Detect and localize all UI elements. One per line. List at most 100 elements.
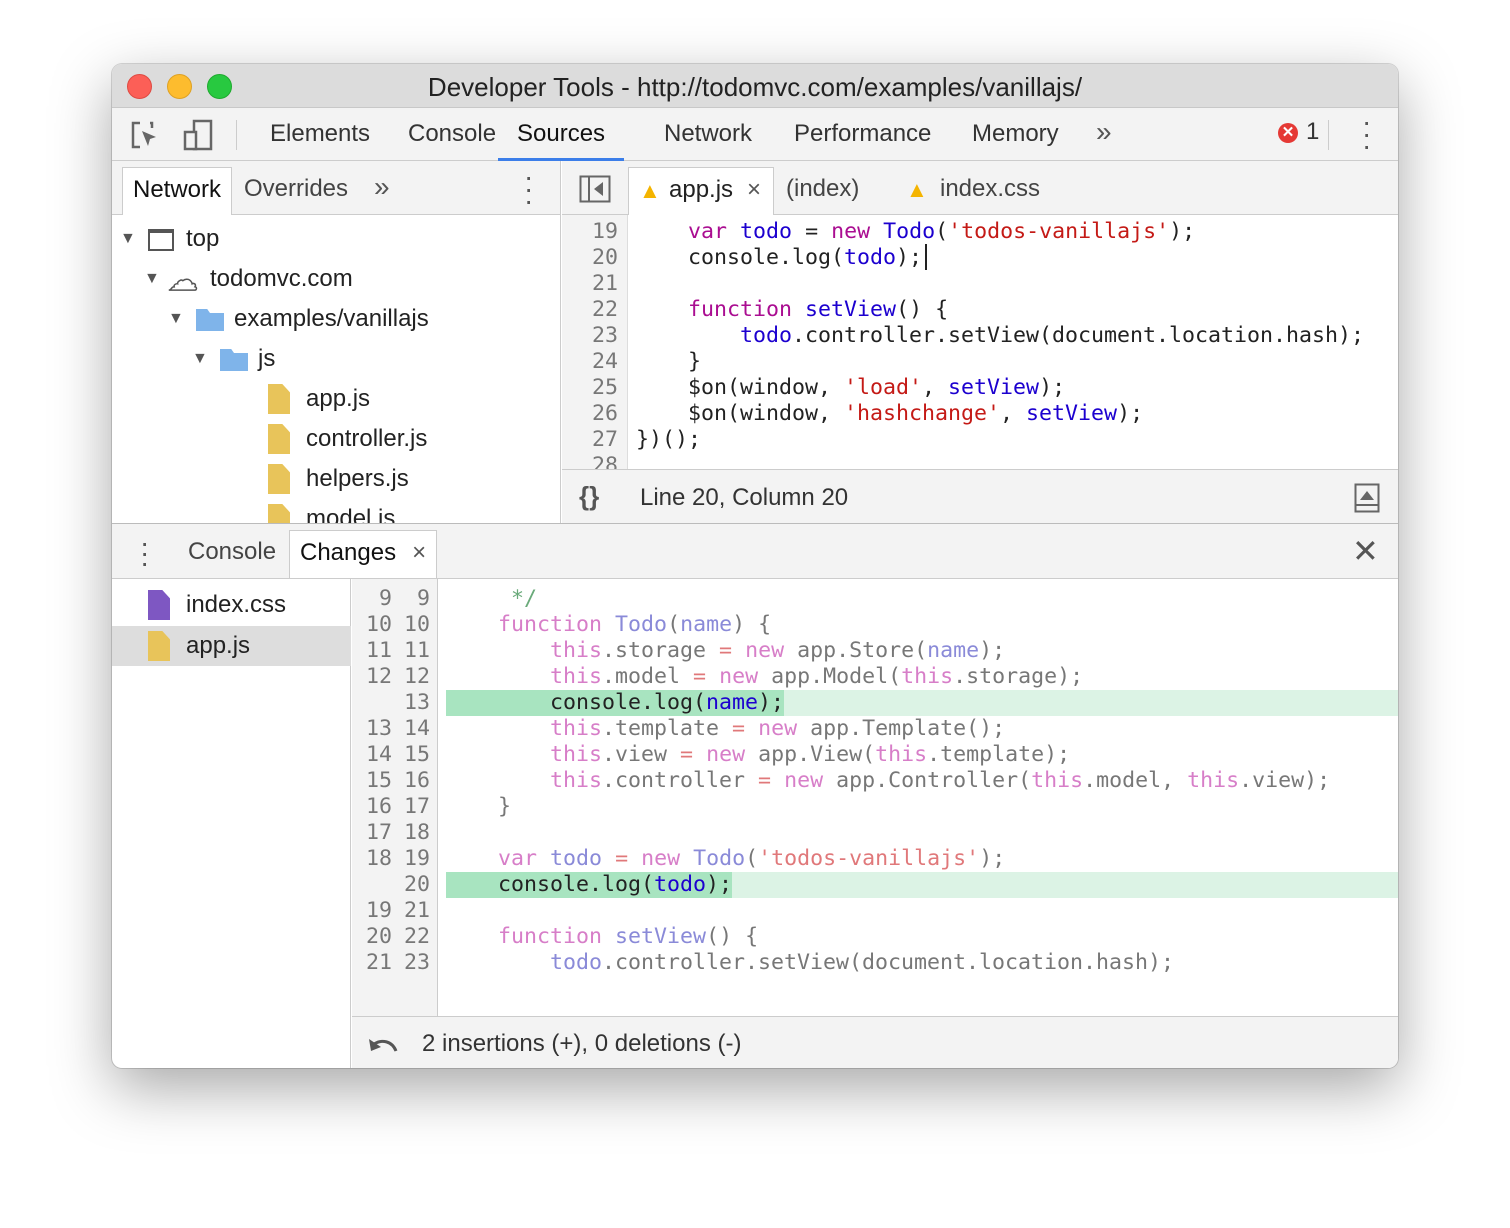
- code-line[interactable]: function Todo(name) {: [446, 612, 771, 638]
- changed-file-index-css[interactable]: index.css: [112, 585, 351, 625]
- line-number[interactable]: 22: [562, 297, 618, 323]
- tab-sources[interactable]: Sources: [498, 108, 625, 161]
- code-line[interactable]: this.storage = new app.Store(name);: [446, 638, 1005, 664]
- code-token: name: [927, 638, 980, 663]
- code-line[interactable]: todo.controller.setView(document.locatio…: [636, 323, 1364, 349]
- tab-memory[interactable]: Memory: [972, 108, 1059, 161]
- line-number[interactable]: 26: [562, 401, 618, 427]
- line-number[interactable]: 28: [562, 453, 618, 469]
- file-label: app.js: [186, 632, 251, 659]
- expand-triangle-icon[interactable]: ▼: [168, 299, 184, 339]
- toggle-drawer-icon[interactable]: [1354, 483, 1380, 513]
- changed-file-app-js[interactable]: app.js: [112, 626, 351, 666]
- code-line[interactable]: function setView() {: [636, 297, 948, 323]
- device-toolbar-icon[interactable]: [182, 118, 216, 152]
- code-token: setView: [1026, 401, 1118, 426]
- line-number[interactable]: 27: [562, 427, 618, 453]
- code-line[interactable]: */: [446, 586, 537, 612]
- close-tab-icon[interactable]: ×: [412, 531, 426, 575]
- tree-item-todomvc-com[interactable]: ▼ ☁ todomvc.com: [112, 259, 560, 299]
- code-token: function: [688, 297, 793, 322]
- added-code-line[interactable]: console.log(todo);: [446, 872, 733, 898]
- expand-triangle-icon[interactable]: ▼: [192, 339, 208, 379]
- more-tabs-icon[interactable]: »: [1096, 116, 1112, 148]
- tree-item-app-js[interactable]: app.js: [112, 379, 560, 419]
- tree-item-top[interactable]: ▼ top: [112, 219, 560, 259]
- code-token: todo: [740, 219, 793, 244]
- code-line[interactable]: this.view = new app.View(this.template);: [446, 742, 1070, 768]
- code-line[interactable]: this.model = new app.Model(this.storage)…: [446, 664, 1083, 690]
- file-icon: [268, 504, 290, 523]
- toggle-navigator-icon[interactable]: [579, 175, 611, 203]
- drawer-menu-icon[interactable]: · · ·: [140, 529, 149, 577]
- code-token: this: [550, 768, 603, 793]
- expand-triangle-icon[interactable]: ▼: [120, 219, 136, 259]
- code-line[interactable]: function setView() {: [446, 924, 758, 950]
- code-line[interactable]: console.log(todo);: [636, 245, 922, 271]
- tab-overrides[interactable]: Overrides: [234, 167, 358, 215]
- error-count[interactable]: 1: [1306, 118, 1319, 146]
- more-tabs-icon[interactable]: »: [374, 171, 390, 203]
- tab-index-css[interactable]: index.css: [940, 175, 1040, 203]
- line-number[interactable]: 19: [562, 219, 618, 245]
- code-token: name: [706, 690, 759, 715]
- code-token: Todo: [883, 219, 936, 244]
- tab-performance[interactable]: Performance: [794, 108, 931, 161]
- code-token: );: [1169, 219, 1196, 244]
- inspect-element-icon[interactable]: [130, 120, 160, 150]
- close-drawer-icon[interactable]: ✕: [1352, 532, 1379, 570]
- code-line[interactable]: var todo = new Todo('todos-vanillajs');: [636, 219, 1195, 245]
- tab-console[interactable]: Console: [178, 530, 286, 578]
- revert-icon[interactable]: [366, 1031, 400, 1055]
- code-line[interactable]: todo.controller.setView(document.locatio…: [446, 950, 1174, 976]
- line-number[interactable]: 24: [562, 349, 618, 375]
- tree-item-examples-vanillajs[interactable]: ▼ examples/vanillajs: [112, 299, 560, 339]
- code-line[interactable]: }: [636, 349, 701, 375]
- tab-changes[interactable]: Changes ×: [289, 530, 438, 578]
- code-token: .model: [602, 664, 694, 689]
- error-icon[interactable]: ✕: [1278, 123, 1298, 143]
- new-line-number: 12: [403, 664, 430, 689]
- tab-index[interactable]: (index): [786, 175, 859, 203]
- diff-view[interactable]: 99 */10 10 function Todo(name) {11 11 this…: [352, 586, 1398, 1016]
- code-token: new: [719, 664, 759, 689]
- code-line[interactable]: this.template = new app.Template();: [446, 716, 1005, 742]
- line-number[interactable]: 23: [562, 323, 618, 349]
- tab-network[interactable]: Network: [122, 167, 233, 215]
- tab-network[interactable]: Network: [664, 108, 752, 161]
- close-tab-icon[interactable]: ×: [747, 176, 761, 204]
- code-line[interactable]: })();: [636, 427, 701, 453]
- code-token: app.Template();: [797, 716, 1006, 741]
- code-line[interactable]: this.controller = new app.Controller(thi…: [446, 768, 1330, 794]
- code-line[interactable]: }: [446, 794, 511, 820]
- code-line[interactable]: $on(window, 'hashchange', setView);: [636, 401, 1143, 427]
- code-token: (: [935, 219, 949, 244]
- tree-item-js[interactable]: ▼ js: [112, 339, 560, 379]
- code-line[interactable]: var todo = new Todo('todos-vanillajs');: [446, 846, 1005, 872]
- tab-app-js[interactable]: ▲ app.js ×: [628, 167, 774, 215]
- tree-item-label: examples/vanillajs: [234, 305, 429, 332]
- expand-triangle-icon[interactable]: ▼: [144, 259, 160, 299]
- tab-console[interactable]: Console: [408, 108, 496, 161]
- line-number[interactable]: 21: [562, 271, 618, 297]
- tree-item-model-js[interactable]: model.js: [112, 499, 560, 523]
- tree-item-helpers-js[interactable]: helpers.js: [112, 459, 560, 499]
- navigator-menu-icon[interactable]: · · ·: [524, 163, 533, 215]
- customize-menu-icon[interactable]: · · ·: [1362, 108, 1371, 160]
- tree-item-controller-js[interactable]: controller.js: [112, 419, 560, 459]
- code-token: 'hashchange': [844, 401, 1001, 426]
- pretty-print-icon[interactable]: {}: [579, 481, 599, 512]
- line-number[interactable]: 20: [562, 245, 618, 271]
- line-number[interactable]: 25: [562, 375, 618, 401]
- code-token: console.log(: [636, 245, 845, 270]
- code-area[interactable]: 19 var todo = new Todo('todos-vanillajs'…: [562, 219, 1398, 469]
- code-token: this: [875, 742, 928, 767]
- tab-elements[interactable]: Elements: [270, 108, 370, 161]
- added-code-line[interactable]: console.log(name);: [446, 690, 785, 716]
- code-line[interactable]: $on(window, 'load', setView);: [636, 375, 1065, 401]
- divider: [1328, 120, 1329, 150]
- new-line-number: 21: [403, 898, 430, 923]
